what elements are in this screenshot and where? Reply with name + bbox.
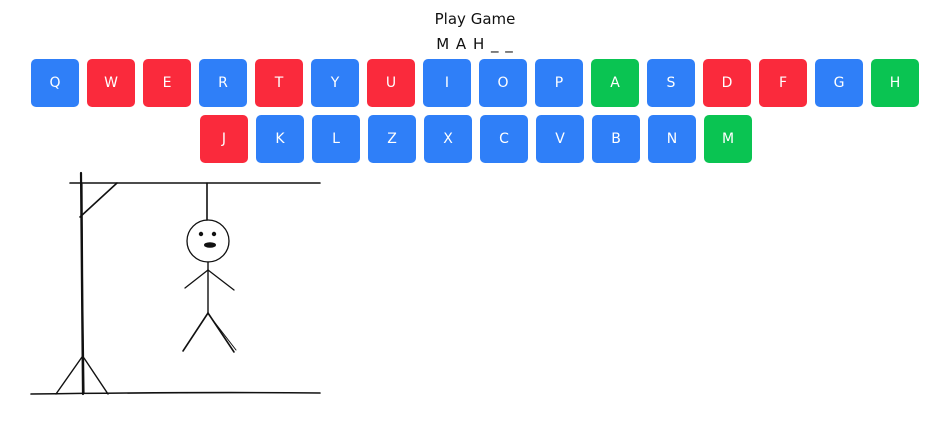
key-l[interactable]: L <box>312 115 360 163</box>
keyboard-row-1: QWERTYUIOPASDFGH <box>0 59 951 107</box>
key-k[interactable]: K <box>256 115 304 163</box>
hangman-left-arm <box>184 269 209 289</box>
key-c[interactable]: C <box>480 115 528 163</box>
hangman-eye-left <box>198 231 204 237</box>
key-e[interactable]: E <box>143 59 191 107</box>
hangman-left-leg <box>182 312 209 352</box>
gallows-brace <box>79 182 118 218</box>
hangman-face <box>198 231 217 248</box>
key-j[interactable]: J <box>200 115 248 163</box>
key-f[interactable]: F <box>759 59 807 107</box>
key-m[interactable]: M <box>704 115 752 163</box>
hangman-head <box>186 219 230 263</box>
key-y[interactable]: Y <box>311 59 359 107</box>
gallows-foot-right <box>83 357 109 395</box>
page-title: Play Game <box>434 10 516 28</box>
keyboard-row-2: JKLZXCVBNM <box>0 115 952 163</box>
key-p[interactable]: P <box>535 59 583 107</box>
key-i[interactable]: I <box>423 59 471 107</box>
key-w[interactable]: W <box>87 59 135 107</box>
key-a[interactable]: A <box>591 59 639 107</box>
key-o[interactable]: O <box>479 59 527 107</box>
hangman-drawing <box>30 171 321 396</box>
key-x[interactable]: X <box>424 115 472 163</box>
key-g[interactable]: G <box>815 59 863 107</box>
word-display: M A H _ _ <box>436 35 514 53</box>
key-q[interactable]: Q <box>31 59 79 107</box>
gallows-foot-left <box>55 356 83 395</box>
key-u[interactable]: U <box>367 59 415 107</box>
hangman-right-arm <box>207 269 235 291</box>
key-d[interactable]: D <box>703 59 751 107</box>
key-r[interactable]: R <box>199 59 247 107</box>
key-b[interactable]: B <box>592 115 640 163</box>
hangman-eye-right <box>211 231 217 237</box>
gallows-base <box>30 391 321 395</box>
hangman-mouth <box>204 242 216 248</box>
key-z[interactable]: Z <box>368 115 416 163</box>
key-t[interactable]: T <box>255 59 303 107</box>
key-s[interactable]: S <box>647 59 695 107</box>
key-h[interactable]: H <box>871 59 919 107</box>
key-n[interactable]: N <box>648 115 696 163</box>
key-v[interactable]: V <box>536 115 584 163</box>
